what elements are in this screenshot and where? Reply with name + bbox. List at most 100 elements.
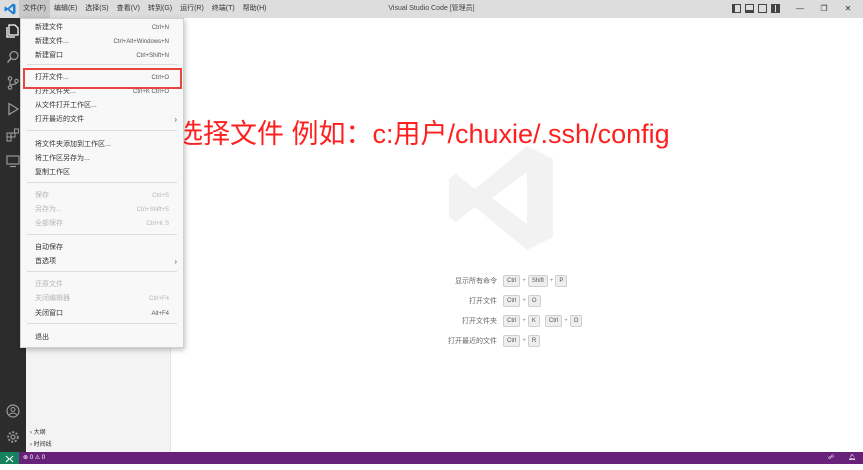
keycap: O: [569, 315, 583, 327]
shortcut-label: 打开最近的文件: [448, 338, 497, 345]
menu-item-label: 复制工作区: [35, 169, 70, 176]
menu-item-shortcut: Alt+F4: [151, 311, 169, 317]
toggle-panel-icon[interactable]: [745, 4, 754, 13]
chevron-right-icon: ›: [30, 430, 32, 436]
toggle-sidebar-icon[interactable]: [732, 4, 741, 13]
key-plus: +: [549, 278, 554, 284]
menu-item-shortcut: Ctrl+Shift+S: [136, 207, 169, 213]
menu-item-shortcut: Ctrl+Shift+N: [136, 53, 169, 59]
menu-6[interactable]: 终端(T): [208, 0, 239, 18]
menu-item-shortcut: Ctrl+K S: [146, 221, 169, 227]
file-menu-item[interactable]: 将文件夹添加到工作区...: [21, 138, 183, 152]
file-menu-item[interactable]: 关闭窗口 Alt+F4: [21, 307, 183, 321]
gear-icon[interactable]: [6, 430, 20, 444]
keycap: Ctrl: [503, 275, 521, 287]
file-menu-item[interactable]: 复制工作区: [21, 166, 183, 180]
accounts-status-icon[interactable]: ☍: [828, 452, 834, 464]
menu-item-label: 新建文件...: [35, 38, 69, 45]
file-menu-item[interactable]: 从文件打开工作区...: [21, 99, 183, 113]
remote-indicator[interactable]: [0, 452, 19, 464]
menu-separator: [27, 323, 177, 324]
file-menu-item[interactable]: 新建文件 Ctrl+N: [21, 21, 183, 35]
menu-1[interactable]: 编辑(E): [50, 0, 81, 18]
file-menu-item[interactable]: 首选项 ›: [21, 255, 183, 269]
close-button[interactable]: ✕: [836, 0, 860, 18]
warning-count: 0: [41, 455, 46, 461]
search-icon[interactable]: [6, 50, 20, 64]
keycap: P: [555, 275, 568, 287]
menu-item-label: 关闭编辑器: [35, 295, 70, 302]
menu-2[interactable]: 选择(S): [81, 0, 112, 18]
chevron-right-icon: ›: [30, 442, 32, 448]
menu-7[interactable]: 帮助(H): [239, 0, 271, 18]
sidebar-section-timeline[interactable]: › 时间线: [30, 439, 52, 448]
minimize-button[interactable]: —: [788, 0, 812, 18]
keycap: O: [527, 295, 541, 307]
shortcut-row[interactable]: 显示所有命令 Ctrl + Shift + P: [371, 274, 671, 288]
file-menu-item[interactable]: 将工作区另存为...: [21, 152, 183, 166]
problems-status[interactable]: ⊗ 0 ⚠ 0: [23, 452, 45, 464]
extensions-icon[interactable]: [6, 128, 20, 142]
menu-item-shortcut: Ctrl+F4: [149, 296, 169, 302]
annotation-text: 选择文件 例如：c:用户/chuxie/.ssh/config: [176, 119, 670, 149]
customize-layout-icon[interactable]: [771, 4, 780, 13]
menu-item-label: 首选项: [35, 258, 56, 265]
file-menu-item: 关闭编辑器 Ctrl+F4: [21, 292, 183, 306]
shortcut-row[interactable]: 打开文件夹 Ctrl + K Ctrl + O: [371, 314, 671, 328]
file-menu-item[interactable]: 自动保存: [21, 241, 183, 255]
toggle-secondary-sidebar-icon[interactable]: [758, 4, 767, 13]
vscode-watermark-icon: [449, 146, 553, 250]
run-debug-icon[interactable]: [6, 102, 20, 116]
keycap: Ctrl: [503, 335, 521, 347]
shortcut-label: 显示所有命令: [455, 278, 497, 285]
shortcut-row[interactable]: 打开最近的文件 Ctrl + R: [371, 334, 671, 348]
file-menu-item[interactable]: 新建窗口 Ctrl+Shift+N: [21, 49, 183, 63]
keycap: Ctrl: [503, 295, 521, 307]
restore-button[interactable]: ❐: [812, 0, 836, 18]
section-label: 时间线: [33, 442, 52, 448]
menu-item-label: 将工作区另存为...: [35, 155, 90, 162]
menu-item-shortcut: Ctrl+N: [151, 25, 169, 31]
error-icon: ⊗: [23, 455, 29, 461]
menu-5[interactable]: 运行(R): [176, 0, 208, 18]
menu-item-label: 另存为...: [35, 206, 62, 213]
key-plus: +: [522, 278, 526, 284]
menu-4[interactable]: 转到(G): [144, 0, 176, 18]
account-icon[interactable]: [6, 404, 20, 418]
notifications-bell-icon[interactable]: 🔔︎: [848, 452, 856, 464]
menu-item-label: 新建文件: [35, 24, 63, 31]
file-menu-item[interactable]: 退出: [21, 331, 183, 345]
window-controls: — ❐ ✕: [788, 0, 860, 18]
menu-bar: 文件(F) 编辑(E) 选择(S) 查看(V) 转到(G) 运行(R) 终端(T) 帮助(H): [19, 0, 270, 18]
keycap: K: [527, 315, 540, 327]
menu-separator: [27, 234, 177, 235]
menu-item-shortcut: Ctrl+Alt+Windows+N: [113, 39, 169, 45]
remote-explorer-icon[interactable]: [6, 154, 20, 168]
key-plus: +: [522, 298, 526, 304]
shortcut-label: 打开文件夹: [462, 318, 497, 325]
file-menu-item: 保存 Ctrl+S: [21, 189, 183, 203]
keycap: Ctrl: [544, 315, 563, 327]
menu-item-label: 将文件夹添加到工作区...: [35, 141, 111, 148]
menu-item-label: 保存: [35, 192, 49, 199]
menu-separator: [27, 130, 177, 131]
menu-item-label: 自动保存: [35, 244, 63, 251]
file-menu-item[interactable]: 新建文件... Ctrl+Alt+Windows+N: [21, 35, 183, 49]
menu-0[interactable]: 文件(F): [19, 0, 50, 18]
key-plus: +: [564, 318, 568, 324]
menu-separator: [27, 182, 177, 183]
file-menu-item[interactable]: 打开最近的文件 ›: [21, 113, 183, 127]
menu-item-label: 还原文件: [35, 281, 63, 288]
submenu-chevron-icon: ›: [174, 115, 177, 124]
source-control-icon[interactable]: [6, 76, 20, 90]
menu-3[interactable]: 查看(V): [113, 0, 144, 18]
shortcut-label: 打开文件: [469, 298, 497, 305]
explorer-icon[interactable]: [6, 24, 20, 38]
menu-separator: [27, 271, 177, 272]
warning-icon: ⚠: [34, 455, 41, 461]
sidebar-section-outline[interactable]: › 大纲: [30, 427, 46, 436]
menu-item-label: 打开最近的文件: [35, 116, 84, 123]
shortcut-row[interactable]: 打开文件 Ctrl + O: [371, 294, 671, 308]
menu-item-shortcut: Ctrl+S: [152, 193, 169, 199]
file-menu-item: 另存为... Ctrl+Shift+S: [21, 203, 183, 217]
